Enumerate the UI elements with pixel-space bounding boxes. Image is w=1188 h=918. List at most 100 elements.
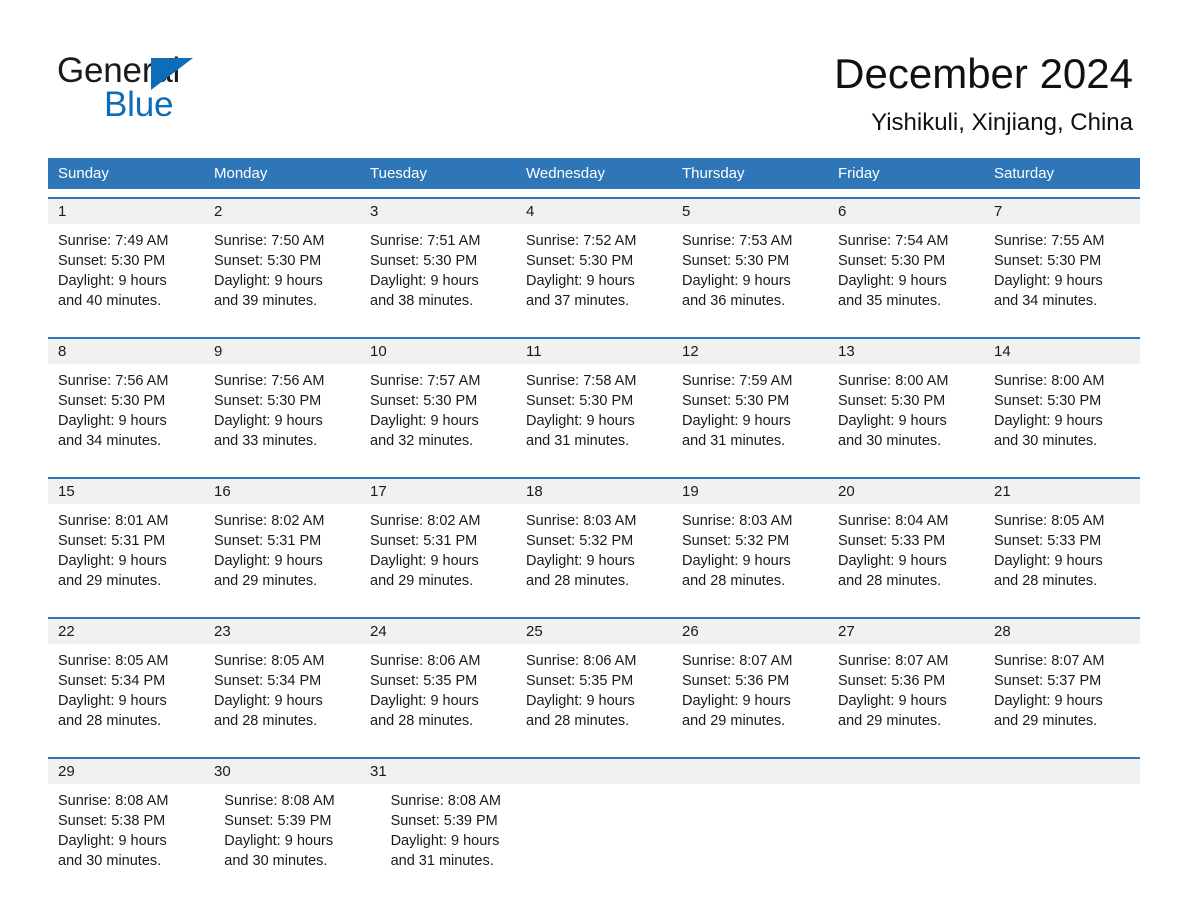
day-number[interactable]: 28 bbox=[984, 619, 1140, 644]
day-cell[interactable]: Sunrise: 8:08 AM Sunset: 5:39 PM Dayligh… bbox=[214, 784, 380, 889]
day-cell[interactable]: Sunrise: 7:49 AM Sunset: 5:30 PM Dayligh… bbox=[48, 224, 204, 329]
sunset-text: Sunset: 5:30 PM bbox=[838, 253, 946, 269]
day-cell[interactable]: Sunrise: 8:05 AM Sunset: 5:34 PM Dayligh… bbox=[48, 644, 204, 749]
day-number[interactable]: 6 bbox=[828, 199, 984, 224]
day-number[interactable]: 20 bbox=[828, 479, 984, 504]
sunset-text: Sunset: 5:33 PM bbox=[994, 533, 1102, 549]
daylight-text-line1: Daylight: 9 hours bbox=[838, 553, 947, 569]
day-cell[interactable]: Sunrise: 7:56 AM Sunset: 5:30 PM Dayligh… bbox=[48, 364, 204, 469]
day-cell[interactable]: Sunrise: 7:58 AM Sunset: 5:30 PM Dayligh… bbox=[516, 364, 672, 469]
sunset-text: Sunset: 5:30 PM bbox=[838, 393, 946, 409]
day-number[interactable]: 23 bbox=[204, 619, 360, 644]
daylight-text-line1: Daylight: 9 hours bbox=[994, 693, 1103, 709]
day-number[interactable]: 9 bbox=[204, 339, 360, 364]
day-cell[interactable]: Sunrise: 8:08 AM Sunset: 5:38 PM Dayligh… bbox=[48, 784, 214, 889]
day-number[interactable]: 31 bbox=[360, 759, 516, 784]
day-cell[interactable]: Sunrise: 7:56 AM Sunset: 5:30 PM Dayligh… bbox=[204, 364, 360, 469]
sunrise-text: Sunrise: 8:05 AM bbox=[994, 513, 1105, 529]
day-number[interactable]: 27 bbox=[828, 619, 984, 644]
day-cell[interactable]: Sunrise: 7:54 AM Sunset: 5:30 PM Dayligh… bbox=[828, 224, 984, 329]
empty-day-cell bbox=[992, 784, 1140, 889]
sunset-text: Sunset: 5:30 PM bbox=[214, 393, 322, 409]
day-number[interactable]: 14 bbox=[984, 339, 1140, 364]
day-number[interactable]: 5 bbox=[672, 199, 828, 224]
day-number[interactable]: 12 bbox=[672, 339, 828, 364]
daylight-text-line2: and 32 minutes. bbox=[370, 433, 474, 449]
calendar-page: General Blue December 2024 Yishikuli, Xi… bbox=[0, 0, 1188, 918]
day-cell[interactable]: Sunrise: 8:04 AM Sunset: 5:33 PM Dayligh… bbox=[828, 504, 984, 609]
sunrise-text: Sunrise: 8:07 AM bbox=[838, 653, 949, 669]
day-number[interactable]: 10 bbox=[360, 339, 516, 364]
day-number[interactable]: 15 bbox=[48, 479, 204, 504]
daylight-text-line2: and 29 minutes. bbox=[58, 573, 162, 589]
sunset-text: Sunset: 5:31 PM bbox=[214, 533, 322, 549]
day-number-empty bbox=[828, 759, 984, 784]
day-number[interactable]: 26 bbox=[672, 619, 828, 644]
day-number-band: 1 2 3 4 5 6 7 bbox=[48, 199, 1140, 224]
daylight-text-line2: and 31 minutes. bbox=[526, 433, 630, 449]
day-cell[interactable]: Sunrise: 8:03 AM Sunset: 5:32 PM Dayligh… bbox=[516, 504, 672, 609]
day-cell[interactable]: Sunrise: 8:08 AM Sunset: 5:39 PM Dayligh… bbox=[381, 784, 547, 889]
day-number[interactable]: 21 bbox=[984, 479, 1140, 504]
day-cell[interactable]: Sunrise: 7:52 AM Sunset: 5:30 PM Dayligh… bbox=[516, 224, 672, 329]
day-cell[interactable]: Sunrise: 8:00 AM Sunset: 5:30 PM Dayligh… bbox=[828, 364, 984, 469]
day-cell[interactable]: Sunrise: 8:00 AM Sunset: 5:30 PM Dayligh… bbox=[984, 364, 1140, 469]
daylight-text-line1: Daylight: 9 hours bbox=[58, 413, 167, 429]
day-number[interactable]: 19 bbox=[672, 479, 828, 504]
daylight-text-line2: and 38 minutes. bbox=[370, 293, 474, 309]
day-number[interactable]: 13 bbox=[828, 339, 984, 364]
day-cell[interactable]: Sunrise: 8:05 AM Sunset: 5:33 PM Dayligh… bbox=[984, 504, 1140, 609]
day-cell[interactable]: Sunrise: 7:53 AM Sunset: 5:30 PM Dayligh… bbox=[672, 224, 828, 329]
day-cell[interactable]: Sunrise: 8:06 AM Sunset: 5:35 PM Dayligh… bbox=[360, 644, 516, 749]
daylight-text-line1: Daylight: 9 hours bbox=[58, 273, 167, 289]
day-cell[interactable]: Sunrise: 7:55 AM Sunset: 5:30 PM Dayligh… bbox=[984, 224, 1140, 329]
day-number[interactable]: 8 bbox=[48, 339, 204, 364]
day-number[interactable]: 29 bbox=[48, 759, 204, 784]
weekday-header-thursday: Thursday bbox=[682, 165, 745, 182]
sunrise-text: Sunrise: 8:08 AM bbox=[390, 793, 501, 809]
day-number[interactable]: 24 bbox=[360, 619, 516, 644]
day-number[interactable]: 25 bbox=[516, 619, 672, 644]
generalblue-logo[interactable]: General Blue bbox=[57, 52, 317, 126]
daylight-text-line2: and 34 minutes. bbox=[58, 433, 162, 449]
day-cell[interactable]: Sunrise: 8:05 AM Sunset: 5:34 PM Dayligh… bbox=[204, 644, 360, 749]
day-cell[interactable]: Sunrise: 8:02 AM Sunset: 5:31 PM Dayligh… bbox=[204, 504, 360, 609]
day-number[interactable]: 16 bbox=[204, 479, 360, 504]
day-cell[interactable]: Sunrise: 7:51 AM Sunset: 5:30 PM Dayligh… bbox=[360, 224, 516, 329]
day-number[interactable]: 2 bbox=[204, 199, 360, 224]
day-number[interactable]: 7 bbox=[984, 199, 1140, 224]
day-number[interactable]: 4 bbox=[516, 199, 672, 224]
day-cell[interactable]: Sunrise: 8:02 AM Sunset: 5:31 PM Dayligh… bbox=[360, 504, 516, 609]
day-cell[interactable]: Sunrise: 8:01 AM Sunset: 5:31 PM Dayligh… bbox=[48, 504, 204, 609]
sunrise-text: Sunrise: 8:03 AM bbox=[682, 513, 793, 529]
day-number[interactable]: 11 bbox=[516, 339, 672, 364]
day-cell[interactable]: Sunrise: 8:07 AM Sunset: 5:36 PM Dayligh… bbox=[828, 644, 984, 749]
sunrise-text: Sunrise: 8:00 AM bbox=[838, 373, 949, 389]
daylight-text-line2: and 37 minutes. bbox=[526, 293, 630, 309]
day-cell[interactable]: Sunrise: 8:07 AM Sunset: 5:36 PM Dayligh… bbox=[672, 644, 828, 749]
day-cell[interactable]: Sunrise: 7:50 AM Sunset: 5:30 PM Dayligh… bbox=[204, 224, 360, 329]
sunrise-text: Sunrise: 8:07 AM bbox=[682, 653, 793, 669]
day-number[interactable]: 22 bbox=[48, 619, 204, 644]
day-number[interactable]: 1 bbox=[48, 199, 204, 224]
sunset-text: Sunset: 5:30 PM bbox=[214, 253, 322, 269]
sunset-text: Sunset: 5:39 PM bbox=[224, 813, 332, 829]
day-cell[interactable]: Sunrise: 7:59 AM Sunset: 5:30 PM Dayligh… bbox=[672, 364, 828, 469]
sunrise-text: Sunrise: 7:52 AM bbox=[526, 233, 637, 249]
day-cell[interactable]: Sunrise: 7:57 AM Sunset: 5:30 PM Dayligh… bbox=[360, 364, 516, 469]
sunrise-text: Sunrise: 8:08 AM bbox=[58, 793, 169, 809]
day-number[interactable]: 30 bbox=[204, 759, 360, 784]
day-cell[interactable]: Sunrise: 8:06 AM Sunset: 5:35 PM Dayligh… bbox=[516, 644, 672, 749]
weekday-header-tuesday: Tuesday bbox=[370, 165, 427, 182]
day-number[interactable]: 3 bbox=[360, 199, 516, 224]
page-header: General Blue December 2024 Yishikuli, Xi… bbox=[0, 0, 1188, 150]
day-number[interactable]: 17 bbox=[360, 479, 516, 504]
empty-day-cell bbox=[695, 784, 843, 889]
sunset-text: Sunset: 5:30 PM bbox=[370, 393, 478, 409]
day-cell[interactable]: Sunrise: 8:03 AM Sunset: 5:32 PM Dayligh… bbox=[672, 504, 828, 609]
daylight-text-line1: Daylight: 9 hours bbox=[214, 273, 323, 289]
day-cell[interactable]: Sunrise: 8:07 AM Sunset: 5:37 PM Dayligh… bbox=[984, 644, 1140, 749]
daylight-text-line2: and 29 minutes. bbox=[994, 713, 1098, 729]
week-row: 29 30 31 Sunrise: 8:08 AM Sunset: 5:38 P… bbox=[48, 757, 1140, 889]
day-number[interactable]: 18 bbox=[516, 479, 672, 504]
